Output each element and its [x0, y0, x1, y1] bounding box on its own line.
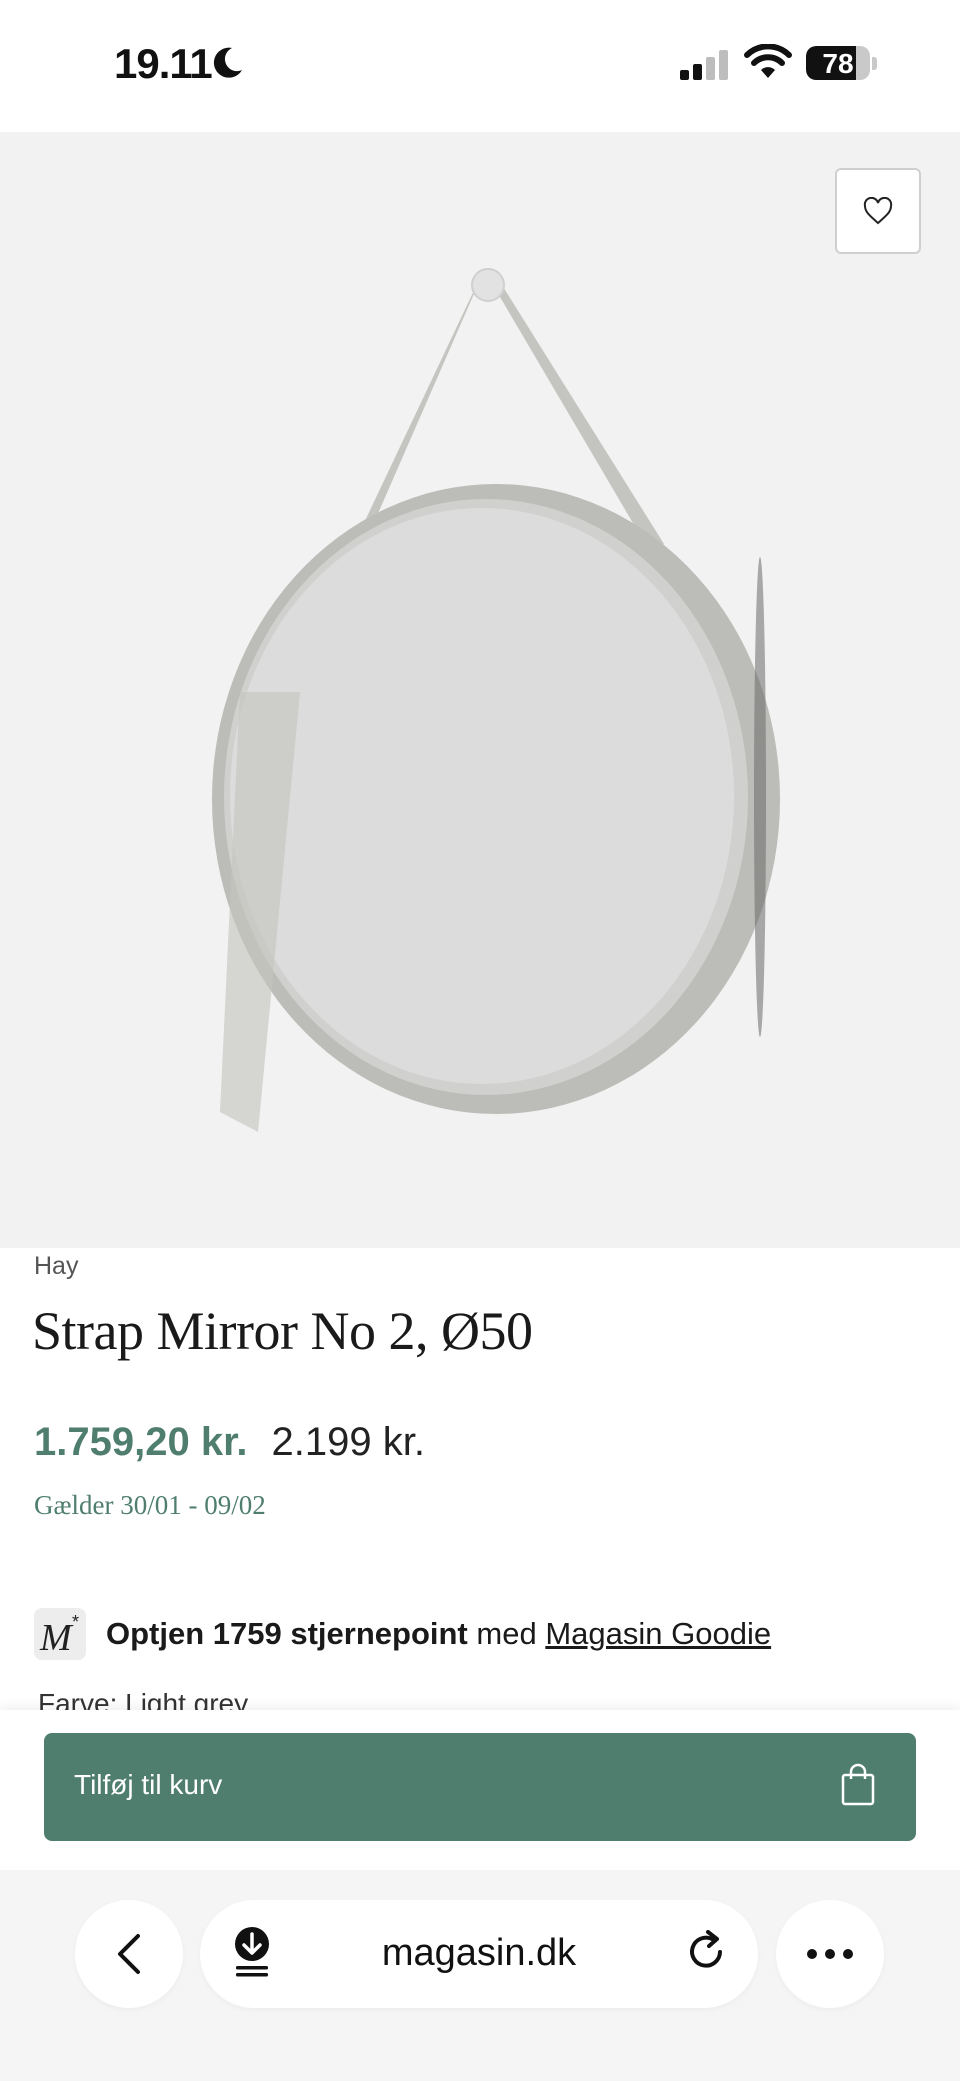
loyalty-text: Optjen 1759 stjernepoint med Magasin Goo… — [106, 1616, 771, 1652]
signal-icon — [680, 50, 728, 80]
more-icon — [807, 1949, 853, 1959]
loyalty-points: Optjen 1759 stjernepoint — [106, 1616, 468, 1651]
add-to-cart-label: Tilføj til kurv — [74, 1769, 223, 1800]
magasin-goodie-logo: M * — [34, 1608, 86, 1660]
back-button[interactable] — [75, 1900, 183, 2008]
status-time: 19.11 — [114, 40, 213, 87]
add-to-cart-button[interactable]: Tilføj til kurv — [44, 1733, 916, 1841]
wifi-icon — [744, 44, 792, 78]
status-bar: 19.11 78 — [0, 0, 960, 132]
more-options-button[interactable] — [776, 1900, 884, 2008]
loyalty-banner: M * Optjen 1759 stjernepoint med Magasin… — [34, 1608, 771, 1660]
battery-indicator: 78 — [806, 46, 870, 80]
address-bar[interactable]: magasin.dk — [200, 1900, 758, 2008]
reload-icon[interactable] — [684, 1930, 728, 1974]
product-title: Strap Mirror No 2, Ø50 — [32, 1301, 533, 1361]
product-brand[interactable]: Hay — [34, 1252, 78, 1281]
chevron-left-icon — [118, 1934, 140, 1974]
offer-validity: Gælder 30/01 - 09/02 — [34, 1490, 266, 1520]
moon-icon — [213, 47, 242, 78]
color-selector[interactable]: Farve: Light grey — [38, 1688, 248, 1712]
price-row: 1.759,20 kr. 2.199 kr. — [34, 1420, 425, 1465]
url-text: magasin.dk — [381, 1932, 577, 1974]
loyalty-mid: med — [476, 1616, 537, 1651]
heart-icon — [863, 197, 893, 225]
mirror-image — [212, 268, 780, 1132]
logo-star: * — [72, 1612, 80, 1632]
battery-cap — [872, 57, 877, 70]
sale-price: 1.759,20 kr. — [34, 1420, 248, 1464]
magasin-goodie-link[interactable]: Magasin Goodie — [545, 1616, 771, 1651]
shopping-bag-icon — [841, 1763, 875, 1806]
original-price: 2.199 kr. — [271, 1420, 425, 1464]
favorite-button[interactable] — [835, 168, 921, 254]
color-value: Light grey — [125, 1688, 249, 1712]
logo-letter: M — [40, 1617, 72, 1659]
color-label: Farve: — [38, 1688, 118, 1712]
battery-level: 78 — [822, 48, 854, 79]
